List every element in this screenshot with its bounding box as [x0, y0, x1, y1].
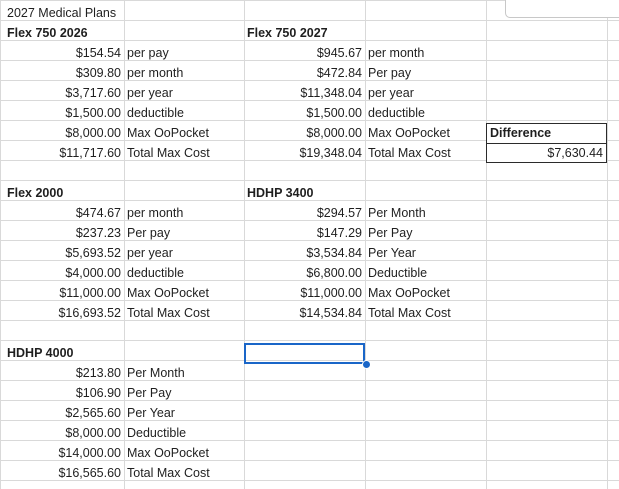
- plan-name-flex750-2027[interactable]: Flex 750 2027: [244, 23, 486, 43]
- cell-label[interactable]: Deductible: [365, 263, 486, 283]
- cell-value[interactable]: $1,500.00: [244, 103, 365, 123]
- cell-label[interactable]: Per pay: [365, 63, 486, 83]
- cell-value[interactable]: $11,717.60: [4, 143, 124, 163]
- difference-label[interactable]: Difference: [487, 124, 554, 143]
- cell-value[interactable]: $5,693.52: [4, 243, 124, 263]
- cell-value[interactable]: $8,000.00: [4, 423, 124, 443]
- cell-label[interactable]: Per Month: [124, 363, 244, 383]
- column-divider: [486, 0, 487, 489]
- fill-handle[interactable]: [362, 360, 371, 369]
- cell-label[interactable]: deductible: [124, 263, 244, 283]
- cell-label[interactable]: Total Max Cost: [124, 143, 244, 163]
- cell-value[interactable]: $16,693.52: [4, 303, 124, 323]
- cell-value[interactable]: $147.29: [244, 223, 365, 243]
- cell-label[interactable]: deductible: [365, 103, 486, 123]
- cell-value[interactable]: $11,000.00: [244, 283, 365, 303]
- cell-value[interactable]: $8,000.00: [244, 123, 365, 143]
- cell-label[interactable]: per month: [124, 203, 244, 223]
- sheet-title[interactable]: 2027 Medical Plans: [4, 3, 244, 23]
- cell-value[interactable]: $11,000.00: [4, 283, 124, 303]
- cell-label[interactable]: per year: [365, 83, 486, 103]
- cell-label[interactable]: Total Max Cost: [124, 463, 244, 483]
- cell-label[interactable]: Deductible: [124, 423, 244, 443]
- cell-value[interactable]: $1,500.00: [4, 103, 124, 123]
- cell-value[interactable]: $474.67: [4, 203, 124, 223]
- spreadsheet-grid[interactable]: 2027 Medical Plans Flex 750 2026 $154.54…: [0, 0, 619, 489]
- cell-label[interactable]: Per Month: [365, 203, 486, 223]
- cell-value[interactable]: $3,534.84: [244, 243, 365, 263]
- floating-panel[interactable]: [505, 0, 619, 18]
- cell-value[interactable]: $11,348.04: [244, 83, 365, 103]
- cell-label[interactable]: Per Year: [365, 243, 486, 263]
- cell-label[interactable]: Total Max Cost: [365, 143, 486, 163]
- cell-label[interactable]: per year: [124, 243, 244, 263]
- cell-value[interactable]: $6,800.00: [244, 263, 365, 283]
- selected-cell[interactable]: [244, 343, 365, 364]
- plan-name-flex2000[interactable]: Flex 2000: [4, 183, 244, 203]
- cell-label[interactable]: Total Max Cost: [124, 303, 244, 323]
- cell-value[interactable]: $309.80: [4, 63, 124, 83]
- plan-name-hdhp4000[interactable]: HDHP 4000: [4, 343, 244, 363]
- cell-value[interactable]: $294.57: [244, 203, 365, 223]
- plan-name-flex750-2026[interactable]: Flex 750 2026: [4, 23, 244, 43]
- cell-value[interactable]: $4,000.00: [4, 263, 124, 283]
- cell-label[interactable]: Max OoPocket: [365, 283, 486, 303]
- cell-value[interactable]: $3,717.60: [4, 83, 124, 103]
- cell-label[interactable]: Per Pay: [124, 383, 244, 403]
- cell-value[interactable]: $19,348.04: [244, 143, 365, 163]
- cell-value[interactable]: $14,000.00: [4, 443, 124, 463]
- cell-value[interactable]: $945.67: [244, 43, 365, 63]
- column-divider: [607, 0, 608, 489]
- cell-label[interactable]: Max OoPocket: [124, 283, 244, 303]
- cell-label[interactable]: per year: [124, 83, 244, 103]
- cell-label[interactable]: Per Year: [124, 403, 244, 423]
- cell-label[interactable]: Per pay: [124, 223, 244, 243]
- cell-label[interactable]: deductible: [124, 103, 244, 123]
- cell-value[interactable]: $8,000.00: [4, 123, 124, 143]
- difference-box[interactable]: Difference $7,630.44: [486, 123, 607, 163]
- cell-value[interactable]: $213.80: [4, 363, 124, 383]
- cell-label[interactable]: per month: [124, 63, 244, 83]
- cell-value[interactable]: $106.90: [4, 383, 124, 403]
- cell-value[interactable]: $14,534.84: [244, 303, 365, 323]
- cell-label[interactable]: Total Max Cost: [365, 303, 486, 323]
- cell-label[interactable]: per month: [365, 43, 486, 63]
- cell-value[interactable]: $237.23: [4, 223, 124, 243]
- cell-label[interactable]: per pay: [124, 43, 244, 63]
- cell-value[interactable]: $2,565.60: [4, 403, 124, 423]
- cell-label[interactable]: Per Pay: [365, 223, 486, 243]
- cell-value[interactable]: $154.54: [4, 43, 124, 63]
- cell-value[interactable]: $16,565.60: [4, 463, 124, 483]
- difference-value[interactable]: $7,630.44: [544, 144, 606, 163]
- plan-name-hdhp3400[interactable]: HDHP 3400: [244, 183, 486, 203]
- cell-label[interactable]: Max OoPocket: [365, 123, 486, 143]
- cell-label[interactable]: Max OoPocket: [124, 123, 244, 143]
- cell-label[interactable]: Max OoPocket: [124, 443, 244, 463]
- cell-value[interactable]: $472.84: [244, 63, 365, 83]
